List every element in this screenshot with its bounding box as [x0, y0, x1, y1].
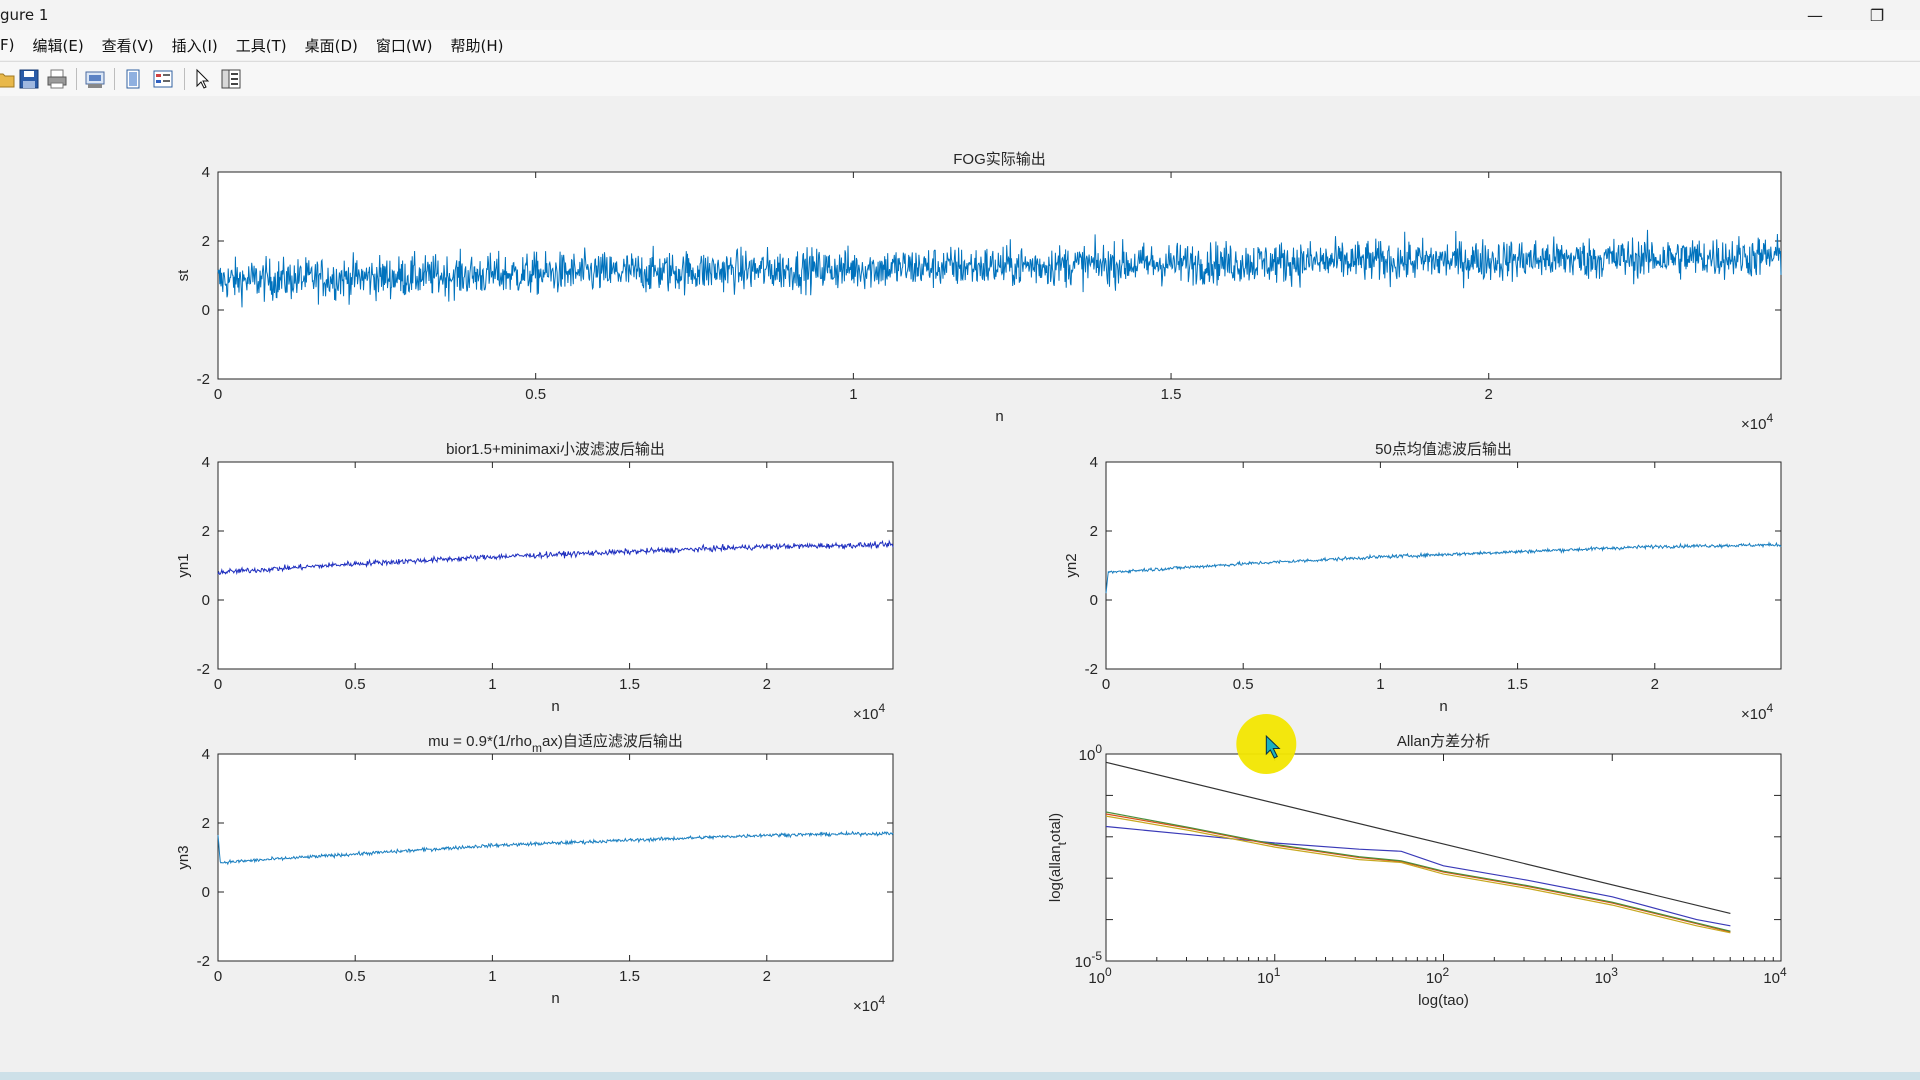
yn1-x-tick-label: 0.5	[345, 676, 366, 693]
fog-axes: 0 0.5 1 1.5 2-2024×104nstFOG实际输出	[175, 151, 1782, 433]
fog-xlabel: n	[995, 408, 1003, 425]
yn2-y-tick-label: 0	[1090, 592, 1098, 609]
allan-title: Allan方差分析	[1397, 733, 1490, 750]
menu-view[interactable]: 查看(V)	[102, 35, 154, 56]
yn1-y-tick-label: 2	[202, 523, 210, 540]
yn3-x-tick-label: 1	[488, 968, 496, 985]
restore-button[interactable]: ❐	[1854, 0, 1900, 30]
fog-y-tick-label: -2	[197, 371, 210, 388]
yn3-xlabel: n	[551, 990, 559, 1007]
yn2-xlabel: n	[1439, 698, 1447, 715]
yn3-plot-area	[217, 753, 894, 962]
toolbar-separator	[114, 68, 115, 90]
yn2-y-tick-label: 4	[1090, 454, 1098, 471]
fog-x-tick-label: 0.5	[525, 386, 546, 403]
fog-plot-area	[217, 171, 1782, 380]
allan-y-tick-label: 10-5	[1075, 949, 1103, 971]
allan-x-tick-label: 103	[1595, 965, 1619, 987]
open-icon[interactable]	[0, 68, 16, 90]
yn2-title: 50点均值滤波后输出	[1375, 441, 1512, 458]
fog-x-tick-label: 0	[214, 386, 222, 403]
fog-x-tick-label: 1	[849, 386, 857, 403]
link-axes-icon[interactable]	[122, 68, 144, 90]
menu-tools[interactable]: 工具(T)	[236, 35, 287, 56]
taskbar-edge	[0, 1072, 1920, 1080]
fog-x-exponent: ×104	[1741, 411, 1773, 433]
yn2-x-tick-label: 0	[1102, 676, 1110, 693]
yn1-ylabel: yn1	[175, 553, 192, 577]
yn2-x-tick-label: 0.5	[1233, 676, 1254, 693]
fog-y-tick-label: 0	[202, 302, 210, 319]
toolbar	[0, 61, 1920, 97]
allan-plot-area	[1105, 753, 1782, 962]
toolbar-separator	[76, 68, 77, 90]
allan-ylabel: log(allantotal)	[1047, 813, 1069, 902]
yn3-y-tick-label: -2	[197, 953, 210, 970]
fog-x-tick-label: 1.5	[1161, 386, 1182, 403]
print-icon[interactable]	[46, 68, 68, 90]
fog-ylabel: st	[175, 269, 192, 282]
yn1-title: bior1.5+minimaxi小波滤波后输出	[446, 441, 665, 458]
menu-bar: F) 编辑(E) 查看(V) 插入(I) 工具(T) 桌面(D) 窗口(W) 帮…	[0, 30, 1920, 60]
property-editor-icon[interactable]	[220, 68, 242, 90]
menu-insert[interactable]: 插入(I)	[172, 35, 218, 56]
yn1-x-tick-label: 1.5	[619, 676, 640, 693]
yn3-ylabel: yn3	[175, 845, 192, 869]
yn2-x-exponent: ×104	[1741, 701, 1773, 723]
yn3-y-tick-label: 4	[202, 746, 210, 763]
yn3-x-tick-label: 0	[214, 968, 222, 985]
allan-x-tick-label: 104	[1763, 965, 1787, 987]
yn1-x-tick-label: 0	[214, 676, 222, 693]
minimize-button[interactable]: —	[1792, 0, 1838, 30]
yn2-x-tick-label: 1	[1376, 676, 1384, 693]
menu-desktop[interactable]: 桌面(D)	[305, 35, 358, 56]
fog-y-tick-label: 2	[202, 233, 210, 250]
yn2-y-tick-label: 2	[1090, 523, 1098, 540]
pointer-icon[interactable]	[192, 68, 214, 90]
menu-edit[interactable]: 编辑(E)	[32, 35, 83, 56]
yn3-x-tick-label: 0.5	[345, 968, 366, 985]
fog-title: FOG实际输出	[953, 151, 1046, 168]
fog-x-tick-label: 2	[1485, 386, 1493, 403]
yn3-x-tick-label: 2	[763, 968, 771, 985]
yn2-x-tick-label: 1.5	[1507, 676, 1528, 693]
yn1-x-exponent: ×104	[853, 701, 885, 723]
yn2-ylabel: yn2	[1063, 553, 1080, 577]
allan-x-tick-label: 101	[1257, 965, 1281, 987]
allan-x-tick-label: 100	[1088, 965, 1112, 987]
yn2-y-tick-label: -2	[1085, 661, 1098, 678]
allan-axes: 100 101 102 103 10410010-5log(tao)log(allant…	[1047, 714, 1787, 1009]
allan-y-tick-label: 100	[1079, 742, 1103, 764]
yn1-xlabel: n	[551, 698, 559, 715]
yn3-x-exponent: ×104	[853, 993, 885, 1015]
yn1-x-tick-label: 1	[488, 676, 496, 693]
yn1-x-tick-label: 2	[763, 676, 771, 693]
yn3-y-tick-label: 2	[202, 815, 210, 832]
yn2-x-tick-label: 2	[1651, 676, 1659, 693]
yn3-y-tick-label: 0	[202, 884, 210, 901]
yn1-plot-area	[217, 461, 894, 670]
yn1-y-tick-label: 4	[202, 454, 210, 471]
yn3-title: mu = 0.9*(1/rhomax)自适应滤波后输出	[428, 732, 683, 755]
allan-xlabel: log(tao)	[1418, 992, 1469, 1009]
menu-help[interactable]: 帮助(H)	[450, 35, 503, 56]
yn1-axes: 0 0.5 1 1.5 2-2024×104nyn1bior1.5+minimaxi小波…	[175, 441, 894, 723]
menu-window[interactable]: 窗口(W)	[376, 35, 433, 56]
fog-y-tick-label: 4	[202, 164, 210, 181]
yn3-x-tick-label: 1.5	[619, 968, 640, 985]
save-icon[interactable]	[18, 68, 40, 90]
window-titlebar: gure 1 — ❐	[0, 0, 1920, 30]
toolbar-separator	[184, 68, 185, 90]
yn3-axes: 0 0.5 1 1.5 2-2024×104nyn3mu = 0.9*(1/rhomax…	[175, 732, 894, 1015]
print-preview-icon[interactable]	[84, 68, 106, 90]
figure-svg: 0 0.5 1 1.5 2-2024×104nstFOG实际输出0 0.5 1 1.5 2-20…	[175, 151, 1787, 1015]
menu-file[interactable]: F)	[0, 36, 14, 54]
window-title: gure 1	[0, 6, 49, 24]
yn1-y-tick-label: 0	[202, 592, 210, 609]
figure-canvas: 0 0.5 1 1.5 2 -2 0 2 4 ×104 n st FOG实际输出 0 0.5 1 1.5 2 -2 0…	[0, 96, 1920, 1072]
yn1-y-tick-label: -2	[197, 661, 210, 678]
allan-x-tick-label: 102	[1426, 965, 1450, 987]
insert-legend-icon[interactable]	[152, 68, 174, 90]
yn2-axes: 0 0.5 1 1.5 2-2024×104nyn250点均值滤波后输出	[1063, 441, 1782, 723]
